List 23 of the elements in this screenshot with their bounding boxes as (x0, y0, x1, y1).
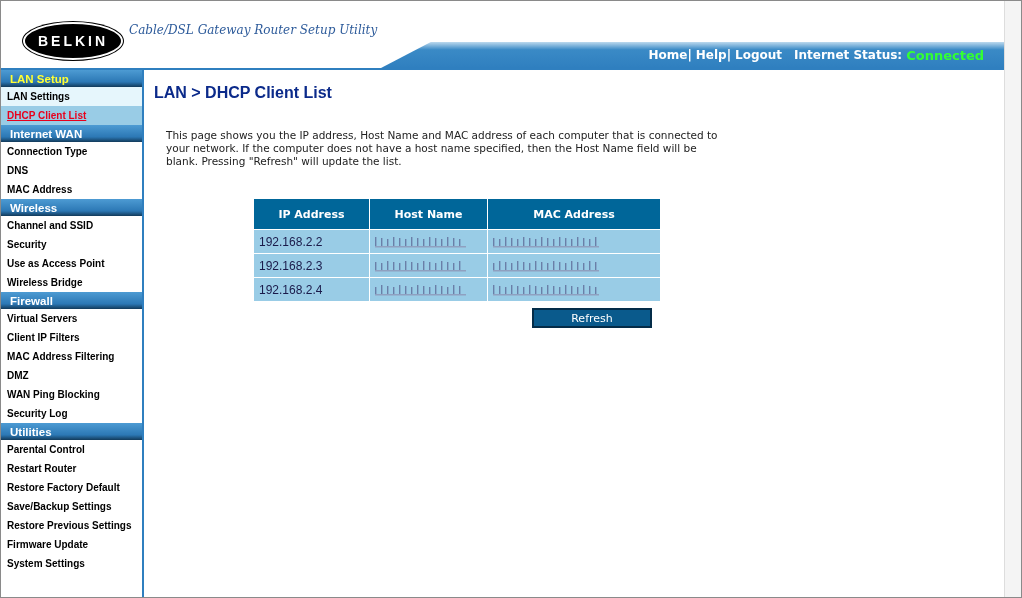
section-header[interactable]: Internet WAN (1, 125, 142, 142)
table-cell: 192.168.2.4 (253, 277, 370, 302)
refresh-button[interactable]: Refresh (532, 308, 652, 328)
column-header: Host Name (369, 198, 488, 230)
status-label: Internet Status: (794, 48, 903, 62)
column-header: IP Address (253, 198, 370, 230)
section-header[interactable]: Firewall (1, 292, 142, 309)
section-header[interactable]: Wireless (1, 199, 142, 216)
column-header: MAC Address (487, 198, 661, 230)
tagline: Cable/DSL Gateway Router Setup Utility (129, 23, 378, 39)
section-header[interactable]: LAN Setup (1, 70, 142, 87)
nav-link[interactable]: Logout (735, 48, 783, 62)
table-cell: 192.168.2.3 (253, 253, 370, 278)
table-cell: 192.168.2.2 (253, 229, 370, 254)
nav-link[interactable]: Home| (648, 48, 692, 62)
description: This page shows you the IP address, Host Name and MAC address of each computer that is connected to your network. If the computer does not have a host name specified, then the Host Name field will be blank. Pressing "Refresh" will update the list. (166, 129, 719, 168)
page-title: LAN > DHCP Client List (154, 84, 333, 102)
belkin-logo: BELKIN (23, 22, 123, 60)
sidebar-item[interactable]: LAN Settings (1, 87, 142, 106)
section-header[interactable]: Utilities (1, 423, 142, 440)
status-value: Connected (906, 47, 984, 63)
nav-link[interactable]: Help| (695, 48, 732, 62)
scrollbar[interactable] (1004, 1, 1021, 597)
